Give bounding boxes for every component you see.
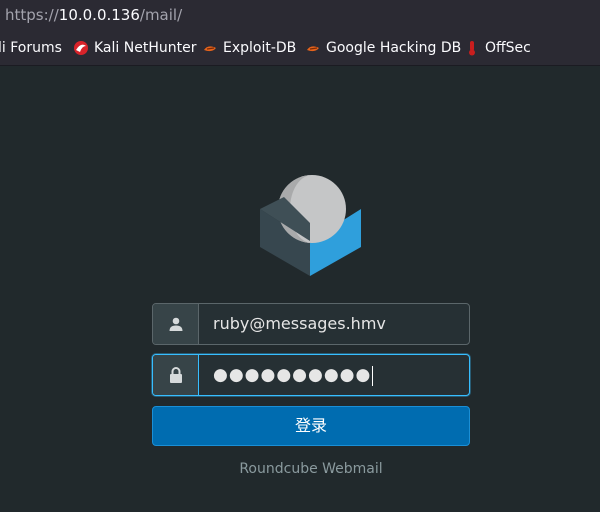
bookmark-kali-forums[interactable]: li Forums: [0, 30, 62, 65]
lock-icon: [153, 355, 199, 395]
bookmark-label: OffSec: [485, 40, 531, 56]
ghdb-icon: [305, 40, 321, 56]
bookmark-label: Exploit-DB: [223, 40, 297, 56]
offsec-icon: [464, 40, 480, 56]
user-icon: [153, 304, 199, 344]
password-field[interactable]: ●●●●●●●●●●: [152, 354, 470, 396]
nethunter-icon: [73, 40, 89, 56]
username-input[interactable]: ruby@messages.hmv: [199, 304, 469, 344]
password-masked-text: ●●●●●●●●●●: [213, 365, 372, 385]
url-path: /mail/: [139, 6, 183, 24]
url-host: 10.0.0.136: [58, 6, 140, 24]
password-input[interactable]: ●●●●●●●●●●: [199, 355, 469, 395]
exploit-db-icon: [202, 40, 218, 56]
bookmark-exploit-db[interactable]: Exploit-DB: [202, 30, 297, 65]
text-caret: [372, 365, 374, 386]
roundcube-webmail-link[interactable]: Roundcube Webmail: [0, 461, 600, 477]
bookmark-google-hacking-db[interactable]: Google Hacking DB: [305, 30, 462, 65]
bookmarks-toolbar: li Forums Kali NetHunter Exploit-DB Goog…: [0, 30, 600, 66]
login-button[interactable]: 登录: [152, 406, 470, 446]
bookmark-offsec[interactable]: OffSec: [464, 30, 531, 65]
bookmark-label: Kali NetHunter: [94, 40, 197, 56]
username-field[interactable]: ruby@messages.hmv: [152, 303, 470, 345]
bookmark-label: Google Hacking DB: [326, 40, 462, 56]
url-scheme: https://: [5, 6, 59, 24]
roundcube-logo-icon: [258, 175, 362, 277]
address-bar[interactable]: https://10.0.0.136/mail/: [0, 0, 600, 30]
bookmark-label: li Forums: [0, 40, 62, 56]
bookmark-kali-nethunter[interactable]: Kali NetHunter: [73, 30, 197, 65]
